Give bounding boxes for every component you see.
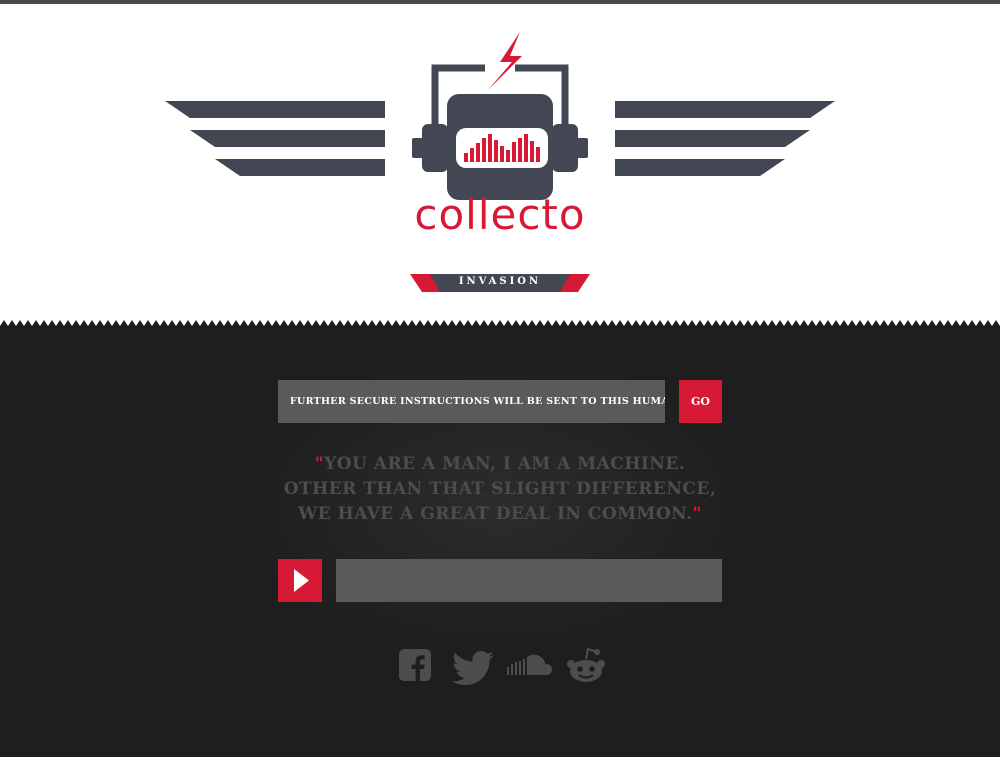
- quote-line-3: WE HAVE A GREAT DEAL IN COMMON.": [298, 504, 702, 524]
- soundcloud-icon[interactable]: [506, 645, 552, 685]
- right-wing: [615, 101, 835, 176]
- open-quote-mark: ": [314, 454, 325, 474]
- brand-name: collecto: [414, 190, 586, 239]
- lightning-bolt-icon: [488, 32, 522, 90]
- brand-subtitle: INVASION: [458, 276, 542, 287]
- left-wing: [165, 101, 385, 176]
- close-quote-mark: ": [692, 504, 702, 524]
- audio-progress-bar[interactable]: [336, 559, 722, 602]
- twitter-icon[interactable]: [450, 645, 496, 685]
- reddit-icon[interactable]: [566, 645, 606, 685]
- go-button[interactable]: GO: [679, 380, 722, 423]
- quote: "YOU ARE A MAN, I AM A MACHINE. OTHER TH…: [250, 452, 750, 527]
- play-button[interactable]: [278, 559, 322, 602]
- quote-line-2: OTHER THAN THAT SLIGHT DIFFERENCE,: [283, 479, 717, 499]
- play-icon: [294, 569, 309, 592]
- quote-line-1: "YOU ARE A MAN, I AM A MACHINE.: [314, 454, 686, 474]
- facebook-icon[interactable]: [398, 645, 432, 685]
- email-input[interactable]: [278, 380, 665, 423]
- collecto-logo: [165, 32, 835, 292]
- zigzag-divider: [0, 320, 1000, 334]
